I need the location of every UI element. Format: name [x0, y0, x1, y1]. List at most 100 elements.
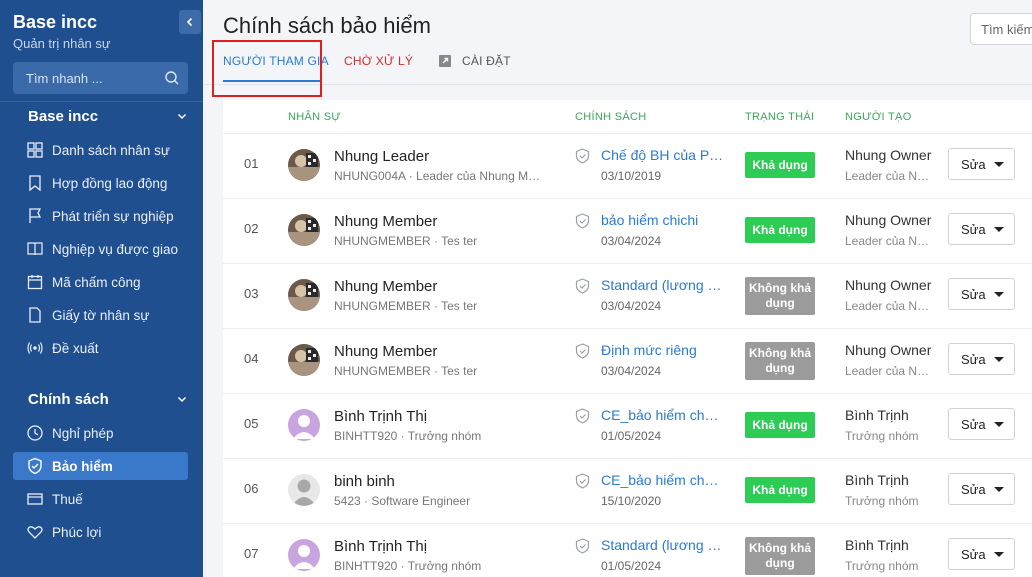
heart-icon	[27, 526, 43, 539]
sidebar-item-welfare[interactable]: Phúc lợi	[13, 518, 188, 546]
employee-name[interactable]: Bình Trịnh Thị	[334, 408, 427, 425]
column-header-status[interactable]: TRẠNG THÁI	[745, 111, 814, 123]
edit-button[interactable]: Sửa	[948, 408, 1015, 440]
tabs-bar: NGƯỜI THAM GIA CHỜ XỬ LÝ CÀI ĐẶT	[203, 40, 1032, 85]
employee-code-title: BINHTT920 · Trưởng nhóm	[334, 429, 482, 443]
creator-name: Nhung Owner	[845, 277, 932, 293]
policy-link[interactable]: Standard (lương cơ bản)	[601, 277, 725, 293]
bookmark-icon	[29, 175, 41, 192]
shield-icon	[28, 457, 42, 475]
sidebar-item-label: Giấy tờ nhân sự	[52, 307, 150, 323]
creator-title: Leader của Nhung	[845, 299, 930, 313]
column-header-employee[interactable]: NHÂN SỰ	[288, 111, 341, 123]
employee-name[interactable]: Nhung Member	[334, 278, 437, 295]
sidebar-item-employee-list[interactable]: Danh sách nhân sự	[13, 136, 188, 164]
quick-search-input[interactable]	[13, 62, 163, 94]
sidebar-item-documents[interactable]: Giấy tờ nhân sự	[13, 301, 188, 329]
edit-button-label: Sửa	[961, 351, 986, 367]
shield-icon	[575, 538, 590, 554]
table-row[interactable]: 02 Nhung Member NHUNGMEMBER · Tes ter bảo h…	[223, 199, 1032, 264]
external-link-icon	[439, 55, 451, 67]
sidebar-item-label: Hợp đồng lao động	[52, 175, 168, 191]
sidebar-item-insurance[interactable]: Bảo hiểm	[13, 452, 188, 480]
sidebar-item-label: Danh sách nhân sự	[52, 142, 170, 158]
policy-link[interactable]: bảo hiểm chichi	[601, 212, 698, 228]
sidebar-item-label: Phát triển sự nghiệp	[52, 208, 174, 224]
employee-code-title: NHUNGMEMBER · Tes ter	[334, 364, 478, 378]
brand-subtitle: Quản trị nhân sự	[13, 36, 111, 51]
table-row[interactable]: 01 Nhung Leader NHUNG004A · Leader của Nhu…	[223, 134, 1032, 199]
calendar-icon	[27, 275, 43, 290]
chevron-down-icon	[177, 113, 187, 120]
sidebar-item-tax[interactable]: Thuế	[13, 485, 188, 513]
policy-date: 15/10/2020	[601, 494, 662, 508]
sidebar-item-proposals[interactable]: Đề xuất	[13, 334, 188, 362]
sidebar-item-career[interactable]: Phát triển sự nghiệp	[13, 202, 188, 230]
table-row[interactable]: 07 Bình Trịnh Thị BINHTT920 · Trưởng nhóm S…	[223, 524, 1032, 577]
edit-button[interactable]: Sửa	[948, 213, 1015, 245]
employee-name[interactable]: Nhung Member	[334, 213, 437, 230]
employee-name[interactable]: Nhung Leader	[334, 148, 429, 165]
search-icon[interactable]	[164, 70, 180, 86]
tab-settings-label: CÀI ĐẶT	[462, 54, 511, 68]
row-number: 05	[244, 416, 259, 431]
sidebar-item-label: Mã chấm công	[52, 274, 141, 290]
policy-link[interactable]: Standard (lương cơ bản)	[601, 537, 725, 553]
avatar	[288, 409, 320, 441]
status-badge: Khả dụng	[745, 477, 815, 503]
chevron-down-icon	[177, 396, 187, 403]
policy-link[interactable]: CE_bảo hiểm cho nhân viên	[601, 407, 725, 423]
table-row[interactable]: 04 Nhung Member NHUNGMEMBER · Tes ter Định …	[223, 329, 1032, 394]
page-title: Chính sách bảo hiểm	[223, 13, 431, 38]
status-badge: Không khả dụng	[745, 537, 815, 575]
sidebar-item-leave[interactable]: Nghỉ phép	[13, 419, 188, 447]
creator-title: Leader của Nhung	[845, 169, 930, 183]
sidebar-group-label: Base incc	[28, 108, 99, 125]
employee-name[interactable]: Bình Trịnh Thị	[334, 538, 427, 555]
clock-icon	[27, 425, 43, 441]
table-row[interactable]: 06 binh binh 5423 · Software Engineer CE_bả…	[223, 459, 1032, 524]
grid-icon	[27, 142, 43, 158]
edit-button[interactable]: Sửa	[948, 278, 1015, 310]
tab-pending[interactable]: CHỜ XỬ LÝ	[344, 54, 413, 68]
shield-icon	[575, 148, 590, 164]
brand-title: Base incc	[13, 12, 98, 32]
sidebar-group-base[interactable]: Base incc	[28, 108, 188, 125]
row-number: 03	[244, 286, 259, 301]
avatar	[288, 344, 320, 376]
caret-down-icon	[993, 161, 1004, 167]
creator-name: Bình Trịnh	[845, 472, 909, 488]
tab-settings[interactable]: CÀI ĐẶT	[438, 54, 511, 68]
sidebar-item-timekeeping[interactable]: Mã chấm công	[13, 268, 188, 296]
avatar	[288, 474, 320, 506]
column-header-creator[interactable]: NGƯỜI TẠO	[845, 111, 912, 123]
policy-link[interactable]: Định mức riêng	[601, 342, 697, 358]
sidebar-group-policy[interactable]: Chính sách	[28, 391, 188, 408]
row-number: 04	[244, 351, 259, 366]
edit-button[interactable]: Sửa	[948, 343, 1015, 375]
employee-name[interactable]: Nhung Member	[334, 343, 437, 360]
sidebar-item-tasks[interactable]: Nghiệp vụ được giao	[13, 235, 188, 263]
table-row[interactable]: 05 Bình Trịnh Thị BINHTT920 · Trưởng nhóm C…	[223, 394, 1032, 459]
file-icon	[29, 307, 41, 323]
employee-code-title: BINHTT920 · Trưởng nhóm	[334, 559, 482, 573]
book-icon	[27, 242, 43, 256]
column-header-policy[interactable]: CHÍNH SÁCH	[575, 111, 646, 123]
sidebar-item-labor-contract[interactable]: Hợp đồng lao động	[13, 169, 188, 197]
quick-search[interactable]	[13, 62, 188, 94]
edit-button[interactable]: Sửa	[948, 473, 1015, 505]
edit-button-label: Sửa	[961, 481, 986, 497]
shield-icon	[575, 213, 590, 229]
collapse-sidebar-button[interactable]	[179, 10, 201, 34]
policy-link[interactable]: CE_bảo hiểm cho nhân viên	[601, 472, 725, 488]
broadcast-icon	[27, 342, 43, 354]
edit-button-label: Sửa	[961, 156, 986, 172]
edit-button[interactable]: Sửa	[948, 538, 1015, 570]
creator-title: Trưởng nhóm	[845, 559, 919, 573]
avatar	[288, 279, 320, 311]
employee-name[interactable]: binh binh	[334, 473, 395, 490]
table-row[interactable]: 03 Nhung Member NHUNGMEMBER · Tes ter Stand…	[223, 264, 1032, 329]
policy-link[interactable]: Chế độ BH của Phòng	[601, 147, 725, 163]
status-badge: Khả dụng	[745, 152, 815, 178]
edit-button[interactable]: Sửa	[948, 148, 1015, 180]
